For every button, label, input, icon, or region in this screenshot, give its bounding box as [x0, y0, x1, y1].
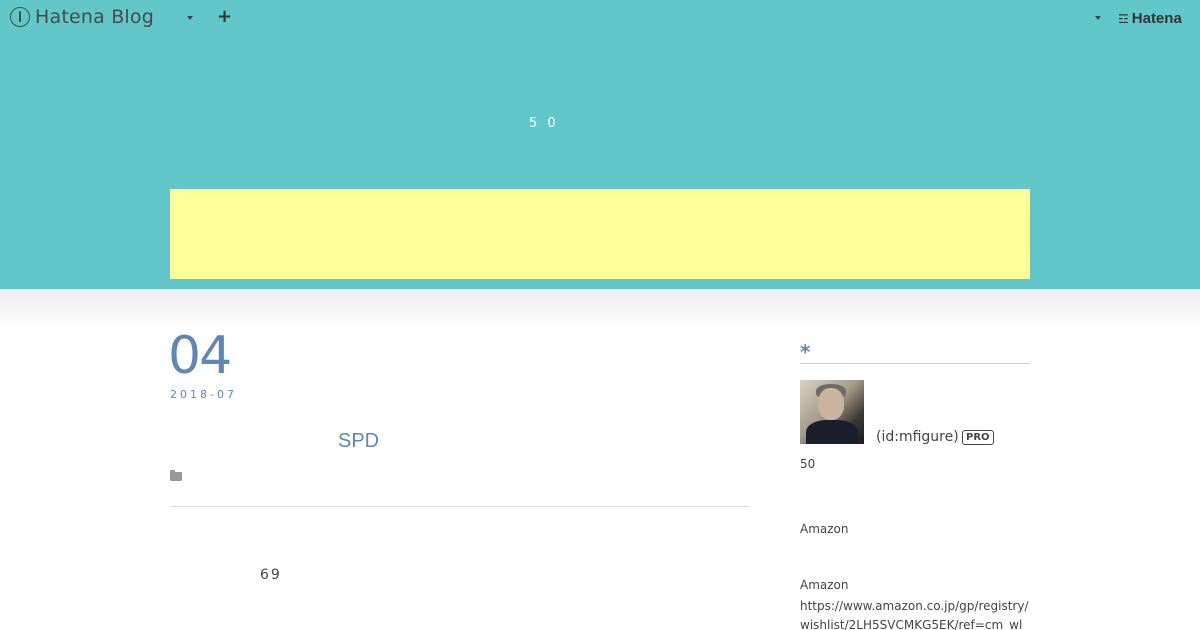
entry-date-day[interactable]: 04	[168, 326, 232, 386]
hatena-account-link[interactable]: ☲ Hatena	[1118, 10, 1182, 27]
chevron-down-icon[interactable]	[187, 16, 193, 20]
hatena-label: Hatena	[1131, 10, 1182, 27]
entry-date-year-month[interactable]: 2018-07	[170, 388, 237, 401]
amazon-wishlist-label: Amazon	[800, 578, 849, 592]
entry-divider	[170, 506, 750, 507]
plus-icon[interactable]: +	[217, 7, 232, 27]
pro-badge[interactable]: PRO	[962, 430, 994, 445]
brand-label: Hatena Blog	[35, 6, 154, 28]
header-shadow	[0, 289, 1200, 329]
amazon-wishlist-link[interactable]: https://www.amazon.co.jp/gp/registry/wis…	[800, 597, 1032, 630]
profile-id-link[interactable]: (id:mfigure)	[876, 429, 959, 445]
avatar-body	[806, 420, 858, 444]
avatar-head	[818, 388, 844, 420]
folder-icon	[170, 470, 182, 481]
hatena-logo-icon: ☲	[1118, 11, 1129, 26]
chevron-down-icon[interactable]	[1095, 16, 1101, 20]
blog-description: 5 0	[529, 116, 559, 131]
hatena-blog-logo-icon	[10, 7, 30, 27]
header-banner	[170, 189, 1030, 279]
blog-header: Hatena Blog + ☲ Hatena 5 0	[0, 0, 1200, 289]
sidebar-divider	[800, 363, 1030, 364]
avatar[interactable]	[800, 380, 864, 444]
entry-body-text: 69	[260, 567, 282, 583]
profile-text: 50	[800, 457, 816, 471]
hatena-blog-home-link[interactable]: Hatena Blog	[10, 6, 154, 28]
global-header-bar: Hatena Blog + ☲ Hatena	[0, 0, 1200, 36]
amazon-heading: Amazon	[800, 522, 849, 536]
entry-title-link[interactable]: SPD	[338, 430, 379, 453]
sidebar-section-title: *	[800, 340, 811, 364]
